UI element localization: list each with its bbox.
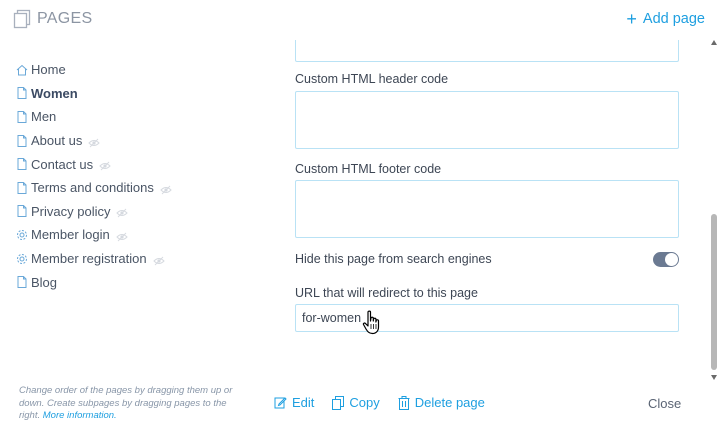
sidebar-item-contact-us[interactable]: Contact us: [15, 152, 245, 176]
copy-button[interactable]: Copy: [332, 395, 380, 410]
add-page-button[interactable]: + Add page: [626, 9, 705, 29]
sidebar-item-privacy-policy[interactable]: Privacy policy: [15, 200, 245, 224]
pages-icon: [13, 9, 31, 29]
footer-code-label: Custom HTML footer code: [295, 162, 442, 176]
hidden-eye-icon: [116, 206, 129, 218]
header-code-textarea[interactable]: [295, 91, 679, 149]
hidden-eye-icon: [160, 183, 172, 195]
hidden-eye-icon: [152, 254, 165, 265]
sidebar-item-label: Privacy policy: [31, 203, 111, 219]
page-list: Home Women Men About us Contact us Terms and …: [15, 58, 245, 294]
sidebar-item-label: Contact us: [31, 156, 94, 172]
sidebar-item-blog[interactable]: Blog: [15, 270, 245, 294]
scroll-up-arrow-icon[interactable]: [711, 40, 717, 45]
sidebar-item-men[interactable]: Men: [15, 105, 245, 129]
hidden-eye-icon: [116, 230, 128, 242]
hand-cursor-icon: [362, 310, 384, 336]
trash-icon: [398, 395, 410, 410]
panel-title: PAGES: [37, 10, 93, 27]
page-icon: [15, 275, 29, 289]
panel-header: PAGES: [13, 9, 92, 29]
scroll-down-arrow-icon[interactable]: [711, 375, 717, 380]
page-icon: [15, 157, 29, 171]
edit-icon: [274, 396, 287, 409]
edit-button[interactable]: Edit: [274, 395, 314, 410]
sidebar-item-label: Member registration: [31, 251, 147, 267]
toggle-knob: [665, 253, 678, 266]
sidebar-item-about-us[interactable]: About us: [15, 129, 245, 153]
sidebar-item-label: Men: [31, 109, 57, 125]
sidebar-item-member-registration[interactable]: Member registration: [15, 247, 245, 271]
footer-code-textarea[interactable]: [295, 180, 679, 238]
hide-search-toggle[interactable]: [653, 252, 679, 267]
delete-page-button[interactable]: Delete page: [398, 395, 485, 410]
edit-label: Edit: [292, 395, 315, 410]
home-icon: [15, 63, 29, 77]
copy-icon: [332, 395, 345, 410]
more-information-link[interactable]: More information.: [43, 410, 117, 421]
hidden-eye-icon: [99, 159, 111, 171]
scroll-thumb[interactable]: [711, 214, 717, 370]
plus-icon: +: [626, 9, 637, 29]
sidebar-item-label: Women: [31, 85, 78, 101]
page-icon: [15, 110, 29, 124]
gear-icon: [15, 228, 29, 242]
hidden-eye-icon: [88, 136, 101, 147]
page-icon: [15, 181, 29, 195]
redirect-url-label: URL that will redirect to this page: [295, 286, 478, 300]
sidebar-item-label: About us: [31, 133, 83, 149]
add-page-label: Add page: [642, 11, 705, 27]
delete-page-label: Delete page: [414, 395, 485, 410]
close-button[interactable]: Close: [648, 396, 681, 411]
gear-icon: [15, 252, 29, 266]
sidebar-item-home[interactable]: Home: [15, 58, 245, 82]
hide-search-label: Hide this page from search engines: [295, 252, 492, 266]
redirect-url-input[interactable]: for-women: [295, 304, 679, 332]
page-icon: [15, 204, 29, 218]
redirect-url-value: for-women: [302, 311, 362, 325]
sidebar-item-member-login[interactable]: Member login: [15, 223, 245, 247]
copy-label: Copy: [349, 395, 380, 410]
sidebar-item-label: Terms and conditions: [31, 180, 154, 196]
page-actions: Edit Copy Delete page: [274, 395, 503, 410]
page-icon: [15, 86, 29, 100]
header-code-label: Custom HTML header code: [295, 72, 449, 86]
sidebar-item-label: Member login: [31, 227, 110, 243]
page-icon: [15, 134, 29, 148]
sidebar-item-women[interactable]: Women: [15, 82, 245, 106]
sidebar-item-terms-and-conditions[interactable]: Terms and conditions: [15, 176, 245, 200]
sidebar-item-label: Blog: [31, 274, 58, 290]
previous-field-input[interactable]: [295, 40, 679, 62]
sidebar-help-text: Change order of the pages by dragging th…: [19, 385, 234, 423]
form-scrollbar[interactable]: [709, 40, 719, 380]
sidebar-item-label: Home: [31, 62, 66, 78]
